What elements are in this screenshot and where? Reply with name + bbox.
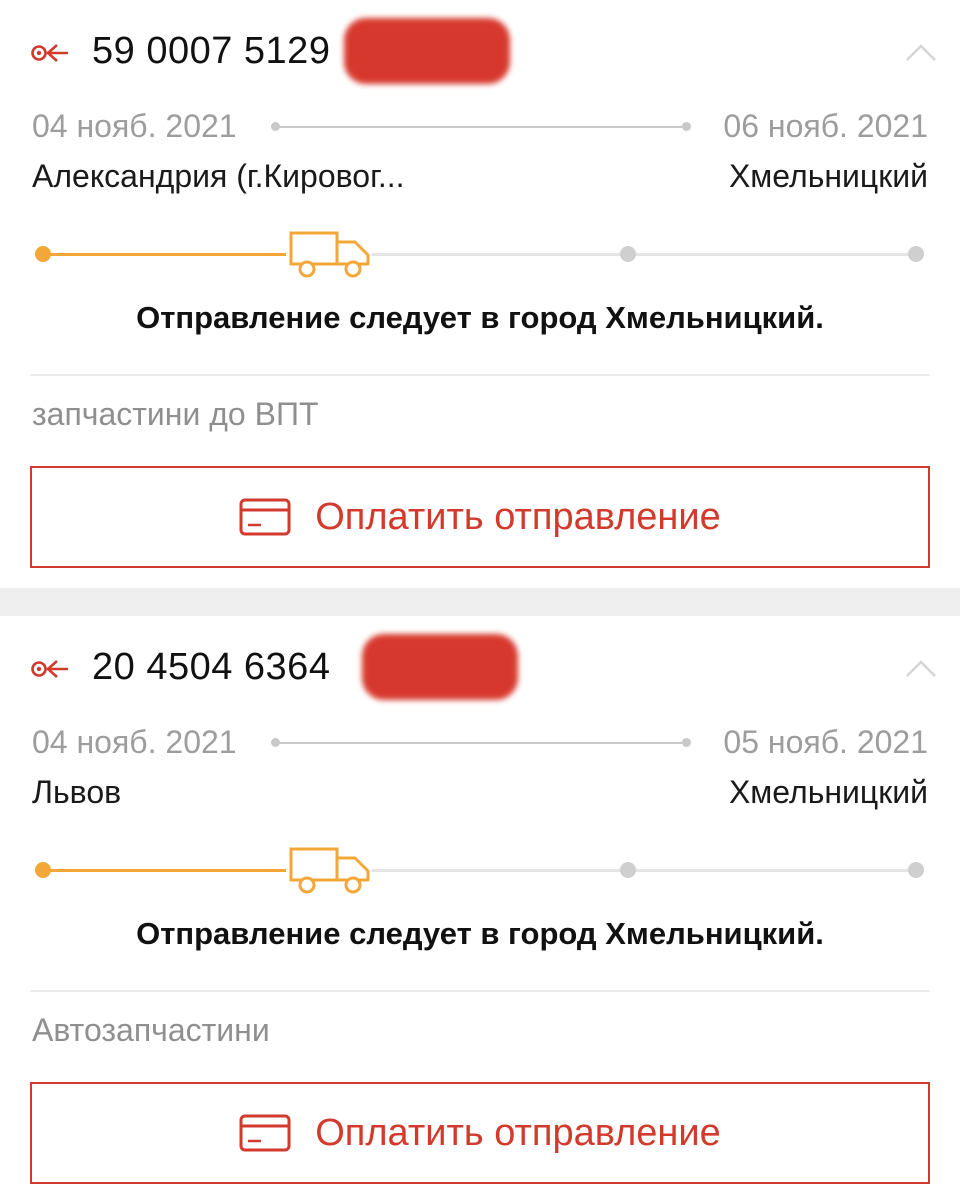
- truck-icon: [289, 231, 370, 278]
- progress-start-dot: [35, 862, 51, 878]
- tracking-number: 59 0007 5129: [92, 30, 331, 72]
- pay-shipment-button[interactable]: Оплатить отправление: [30, 466, 930, 568]
- progress-remaining-line: [372, 253, 916, 256]
- origin-city: Львов: [32, 774, 122, 810]
- shipment-description: Автозапчастини: [32, 1012, 270, 1048]
- credit-card-icon: [239, 1114, 291, 1152]
- card-separator: [0, 588, 960, 616]
- delivery-progress: [0, 842, 960, 898]
- departure-date: 04 нояб. 2021: [32, 724, 237, 760]
- truck-icon: [289, 847, 370, 894]
- redaction-scribble: [362, 634, 518, 700]
- progress-end-dot: [908, 862, 924, 878]
- shipment-header[interactable]: 59 0007 5129: [0, 0, 960, 106]
- credit-card-icon: [239, 498, 291, 536]
- progress-start-dot: [35, 246, 51, 262]
- departure-date: 04 нояб. 2021: [32, 108, 237, 144]
- tracking-number: 20 4504 6364: [92, 646, 331, 688]
- status-text: Отправление следует в город Хмельницкий.: [136, 916, 824, 951]
- outgoing-arrow-icon: [31, 44, 68, 62]
- route-line: [275, 742, 685, 744]
- shipment-card: 59 0007 5129 04 нояб. 2021 06 нояб. 2021…: [0, 0, 960, 588]
- arrival-date: 05 нояб. 2021: [723, 724, 928, 760]
- progress-completed-line: [44, 253, 286, 256]
- pay-button-label: Оплатить отправление: [315, 495, 721, 538]
- destination-city: Хмельницкий: [728, 158, 928, 194]
- pay-button-label: Оплатить отправление: [315, 1111, 721, 1154]
- origin-city: Александрия (г.Кировог...: [32, 158, 405, 194]
- delivery-progress: [0, 226, 960, 282]
- redaction-scribble: [344, 18, 510, 84]
- chevron-up-icon[interactable]: [904, 40, 938, 64]
- progress-remaining-line: [372, 869, 916, 872]
- shipment-header[interactable]: 20 4504 6364: [0, 616, 960, 722]
- pay-shipment-button[interactable]: Оплатить отправление: [30, 1082, 930, 1184]
- chevron-up-icon[interactable]: [904, 656, 938, 680]
- divider: [30, 990, 930, 992]
- progress-branch-dot: [620, 862, 636, 878]
- outgoing-arrow-icon: [31, 660, 68, 678]
- arrival-date: 06 нояб. 2021: [723, 108, 928, 144]
- route-end-dot: [682, 738, 691, 747]
- route-line: [275, 126, 685, 128]
- divider: [30, 374, 930, 376]
- status-text: Отправление следует в город Хмельницкий.: [136, 300, 824, 335]
- shipment-description: запчастини до ВПТ: [32, 396, 319, 432]
- progress-completed-line: [44, 869, 286, 872]
- destination-city: Хмельницкий: [728, 774, 928, 810]
- progress-branch-dot: [620, 246, 636, 262]
- route-end-dot: [682, 122, 691, 131]
- shipment-card: 20 4504 6364 04 нояб. 2021 05 нояб. 2021…: [0, 616, 960, 1196]
- progress-end-dot: [908, 246, 924, 262]
